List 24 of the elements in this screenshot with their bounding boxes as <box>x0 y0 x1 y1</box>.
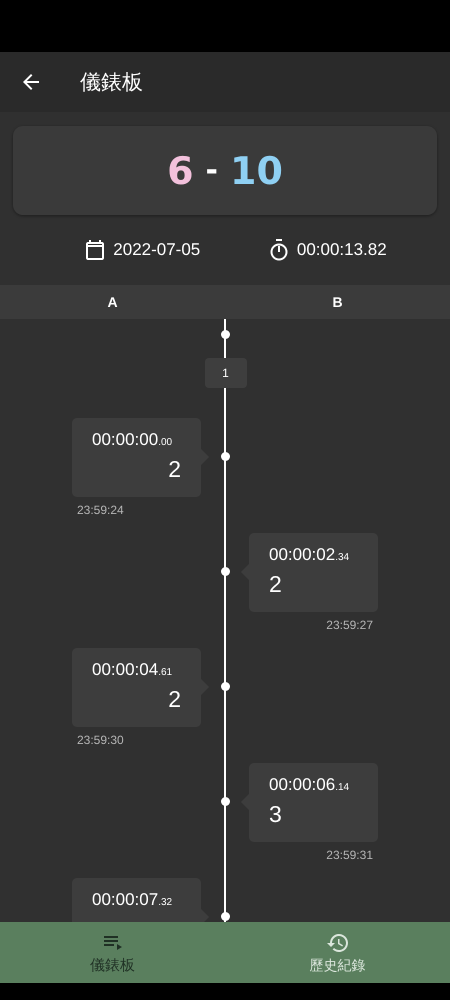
event-clock-time: 23:59:24 <box>76 503 125 517</box>
column-label: B <box>331 294 344 310</box>
event-clock-time: 23:59:27 <box>325 618 374 632</box>
event-points: 2 <box>167 686 181 713</box>
match-date: 2022-07-05 <box>113 240 200 260</box>
screen-title: 儀錶板 <box>80 70 143 96</box>
event-time: 00:00:00.00 <box>92 430 174 450</box>
event-time: 00:00:02.34 <box>269 545 350 565</box>
nav-tab[interactable]: 儀錶板 <box>0 922 225 983</box>
set-marker: 1 <box>204 358 246 388</box>
event-points: 3 <box>269 801 283 828</box>
event-time: 00:00:04.61 <box>92 660 174 680</box>
column-label: A <box>106 294 119 310</box>
event-clock-time: 23:59:31 <box>325 848 374 862</box>
team-a-score: 6 <box>167 148 194 192</box>
team-b-score: 10 <box>230 148 283 192</box>
event-points: 2 <box>269 571 283 598</box>
score-separator: - <box>206 153 218 188</box>
event-time: 00:00:06.14 <box>269 775 350 795</box>
event-time: 00:00:07.32 <box>92 890 174 910</box>
match-duration: 00:00:13.82 <box>296 240 387 260</box>
event-points: 2 <box>167 456 181 483</box>
event-clock-time: 23:59:30 <box>76 733 125 747</box>
nav-tab[interactable]: 歷史紀錄 <box>225 922 450 983</box>
